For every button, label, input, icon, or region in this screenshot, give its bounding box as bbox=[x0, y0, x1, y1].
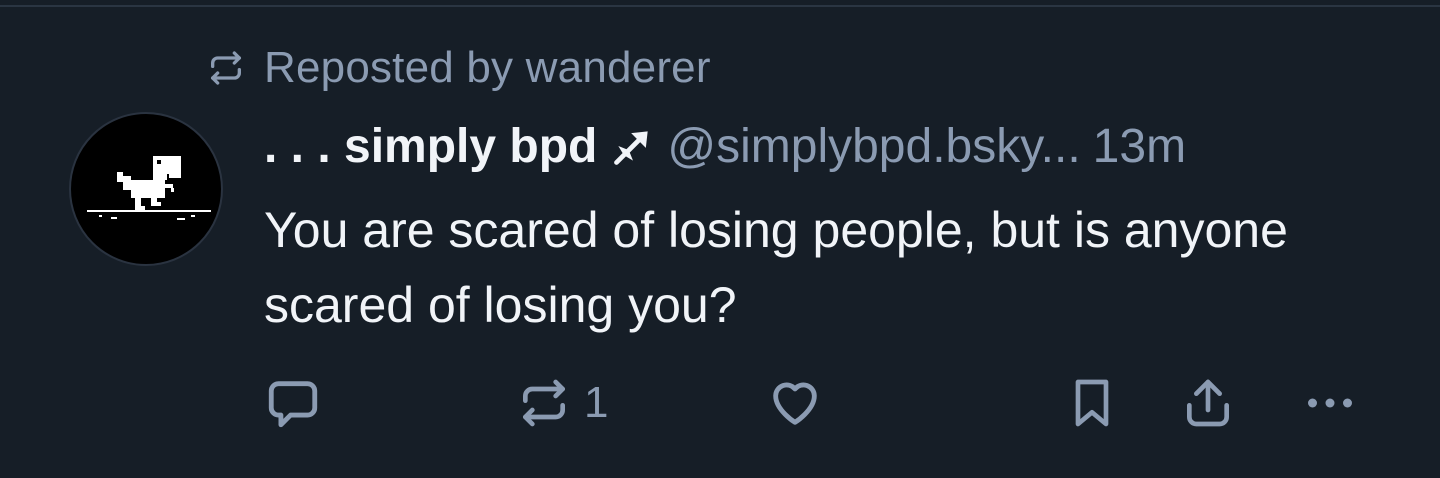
dino-avatar-icon bbox=[87, 156, 211, 220]
author-name[interactable]: . . . simply bpd bbox=[264, 119, 597, 174]
post-actions: 1 bbox=[0, 368, 1440, 438]
more-dots-icon bbox=[1300, 373, 1360, 433]
bookmark-icon bbox=[1064, 375, 1120, 431]
share-icon bbox=[1180, 375, 1236, 431]
repost-icon bbox=[516, 375, 572, 431]
reply-button[interactable] bbox=[264, 368, 322, 438]
reply-icon bbox=[264, 374, 322, 432]
reposted-by-line[interactable]: Reposted by wanderer bbox=[206, 40, 711, 96]
avatar[interactable] bbox=[69, 112, 223, 266]
arrow-badge-icon bbox=[611, 124, 655, 168]
bookmark-button[interactable] bbox=[1064, 368, 1120, 438]
post-card[interactable]: Reposted by wanderer . . . simply bpd @s… bbox=[0, 0, 1440, 478]
repost-icon bbox=[206, 48, 246, 88]
divider bbox=[0, 0, 1440, 7]
post-header: . . . simply bpd @simplybpd.bsky... 13m bbox=[264, 116, 1384, 176]
repost-count: 1 bbox=[584, 378, 609, 427]
post-text: You are scared of losing people, but is … bbox=[264, 202, 1288, 333]
share-button[interactable] bbox=[1180, 368, 1236, 438]
reposted-by-label: Reposted by wanderer bbox=[264, 43, 711, 92]
more-options-button[interactable] bbox=[1300, 368, 1360, 438]
like-button[interactable] bbox=[766, 368, 824, 438]
author-handle[interactable]: @simplybpd.bsky... bbox=[667, 119, 1080, 174]
post-timestamp[interactable]: 13m bbox=[1093, 119, 1186, 174]
repost-button[interactable]: 1 bbox=[516, 368, 608, 438]
heart-icon bbox=[766, 374, 824, 432]
